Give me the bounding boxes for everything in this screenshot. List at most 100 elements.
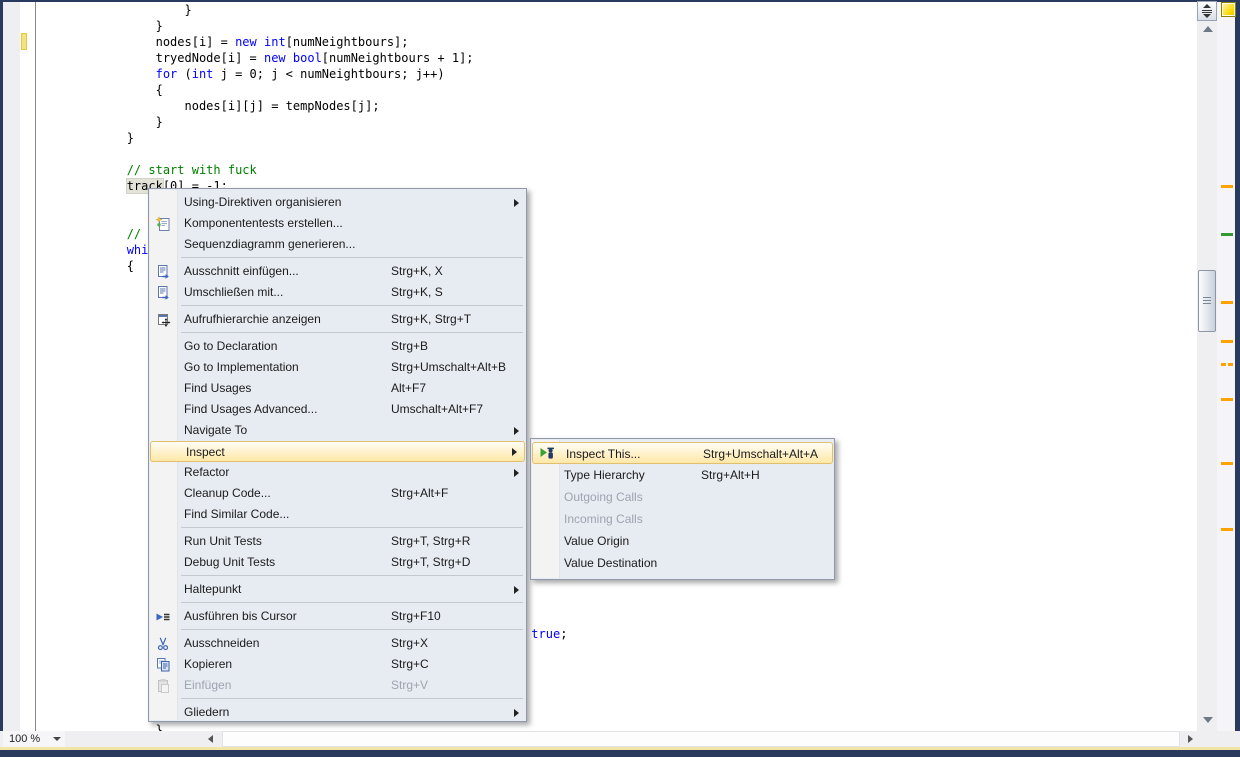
empty-icon-slot (537, 467, 553, 483)
submenu-item-value-origin[interactable]: Value Origin (531, 530, 834, 552)
analysis-mark[interactable] (1221, 462, 1233, 465)
menu-item-label: Haltepunkt (184, 579, 241, 600)
scrollbar-grip-icon (1203, 297, 1211, 298)
analysis-mark[interactable] (1221, 528, 1233, 531)
code-line: nodes[i] = new int[numNeightbours]; (40, 34, 567, 50)
menu-item-aufrufhierarchie-anzeigen[interactable]: Aufrufhierarchie anzeigenStrg+K, Strg+T (149, 309, 526, 330)
menu-item-find-usages-advanced[interactable]: Find Usages Advanced...Umschalt+Alt+F7 (149, 399, 526, 420)
scroll-right-button[interactable] (1188, 735, 1193, 743)
menu-item-label: Run Unit Tests (184, 531, 262, 552)
breakpoint-margin[interactable] (3, 2, 20, 731)
menu-item-label: Find Usages (184, 378, 251, 399)
menu-item-sequenzdiagramm-generieren[interactable]: Sequenzdiagramm generieren... (149, 234, 526, 255)
menu-item-komponententests-erstellen[interactable]: Komponententests erstellen... (149, 213, 526, 234)
vertical-scrollbar[interactable] (1197, 21, 1217, 731)
menu-item-label: Incoming Calls (564, 508, 643, 530)
menu-item-umschliessen-mit[interactable]: Umschließen mit... Strg+K, S (149, 282, 526, 303)
menu-item-label: Navigate To (184, 420, 247, 441)
menu-item-cleanup-code[interactable]: Cleanup Code...Strg+Alt+F (149, 483, 526, 504)
analysis-mark[interactable] (1228, 363, 1233, 366)
menu-item-navigate-to[interactable]: Navigate To (149, 420, 526, 441)
submenu-arrow-icon (512, 448, 517, 456)
surround-with-icon (155, 285, 171, 301)
inspect-this-icon (539, 445, 555, 461)
analysis-mark[interactable] (1221, 340, 1233, 343)
menu-item-label: Go to Implementation (184, 357, 299, 378)
scroll-up-button[interactable] (1203, 26, 1213, 32)
menu-item-label: Refactor (184, 462, 229, 483)
splitter-icon (1198, 2, 1216, 20)
menu-item-run-unit-tests[interactable]: Run Unit TestsStrg+T, Strg+R (149, 531, 526, 552)
menu-item-find-usages[interactable]: Find UsagesAlt+F7 (149, 378, 526, 399)
menu-item-label: Gliedern (184, 702, 229, 722)
horizontal-scrollbar-thumb[interactable] (222, 731, 1180, 747)
menu-item-ausschneiden[interactable]: AusschneidenStrg+X (149, 633, 526, 654)
menu-item-debug-unit-tests[interactable]: Debug Unit TestsStrg+T, Strg+D (149, 552, 526, 573)
menu-item-shortcut: Strg+T, Strg+D (391, 552, 470, 573)
menu-item-find-similar-code[interactable]: Find Similar Code... (149, 504, 526, 525)
empty-icon-slot (155, 402, 171, 418)
code-line: nodes[i][j] = tempNodes[j]; (40, 98, 567, 114)
analysis-mark[interactable] (1221, 185, 1233, 188)
submenu-arrow-icon (514, 199, 519, 207)
scrollbar-splitter-button[interactable] (1197, 1, 1217, 21)
code-line: } (40, 2, 567, 18)
menu-item-kopieren[interactable]: KopierenStrg+C (149, 654, 526, 675)
analysis-mark[interactable] (1221, 233, 1233, 236)
cut-icon (155, 636, 171, 652)
scroll-down-button[interactable] (1203, 717, 1213, 723)
menu-item-label: Ausschnitt einfügen... (184, 261, 299, 282)
menu-item-shortcut: Strg+F10 (391, 606, 441, 627)
analysis-mark[interactable] (1221, 301, 1233, 304)
submenu-item-value-destination[interactable]: Value Destination (531, 552, 834, 574)
scroll-left-button[interactable] (208, 735, 213, 743)
menu-item-shortcut: Strg+K, S (391, 282, 443, 303)
menu-item-label: Find Usages Advanced... (184, 399, 317, 420)
menu-item-label: Ausführen bis Cursor (184, 606, 297, 627)
submenu-item-incoming-calls: Incoming Calls (531, 508, 834, 530)
menu-item-label: Value Destination (564, 552, 657, 574)
menu-item-gliedern[interactable]: Gliedern (149, 702, 526, 722)
menu-item-label: Kopieren (184, 654, 232, 675)
submenu-item-type-hierarchy[interactable]: Type Hierarchy Strg+Alt+H (531, 464, 834, 486)
menu-item-go-to-implementation[interactable]: Go to Implementation Strg+Umschalt+Alt+B (149, 357, 526, 378)
code-line: tryedNode[i] = new bool[numNeightbours +… (40, 50, 567, 66)
code-line: } (40, 130, 567, 146)
submenu-item-outgoing-calls: Outgoing Calls (531, 486, 834, 508)
empty-icon-slot (155, 507, 171, 523)
inspect-submenu: Inspect This...Strg+Umschalt+Alt+AType H… (530, 438, 835, 580)
menu-item-shortcut: Strg+Umschalt+Alt+B (391, 357, 506, 378)
horizontal-scrollbar[interactable]: 100 % (0, 731, 1240, 747)
menu-item-ausschnitt-einfuegen[interactable]: Ausschnitt einfügen...Strg+K, X (149, 261, 526, 282)
menu-item-label: Find Similar Code... (184, 504, 289, 525)
file-status-indicator[interactable] (1221, 2, 1236, 17)
empty-icon-slot (155, 360, 171, 376)
menu-item-label: Type Hierarchy (564, 464, 645, 486)
menu-item-ausfuehren-bis-cursor[interactable]: Ausführen bis Cursor Strg+F10 (149, 606, 526, 627)
paste-icon (155, 678, 171, 694)
analysis-mark[interactable] (1221, 398, 1233, 401)
analysis-mark[interactable] (1221, 363, 1226, 366)
menu-item-label: Go to Declaration (184, 336, 277, 357)
submenu-arrow-icon (514, 709, 519, 717)
empty-icon-slot (155, 705, 171, 721)
menu-item-inspect[interactable]: Inspect (150, 441, 525, 462)
empty-icon-slot (155, 195, 171, 211)
vertical-scrollbar-thumb[interactable] (1198, 270, 1216, 332)
code-line: } (40, 114, 567, 130)
menu-item-label: Sequenzdiagramm generieren... (184, 234, 355, 255)
selection-margin[interactable] (20, 2, 35, 731)
submenu-item-inspect-this[interactable]: Inspect This...Strg+Umschalt+Alt+A (532, 442, 833, 464)
menu-item-refactor[interactable]: Refactor (149, 462, 526, 483)
menu-item-shortcut: Strg+Alt+H (701, 464, 760, 486)
menu-item-label: Using-Direktiven organisieren (184, 192, 341, 213)
changed-lines-indicator (21, 33, 27, 50)
menu-item-go-to-declaration[interactable]: Go to DeclarationStrg+B (149, 336, 526, 357)
menu-item-using-direktiven-organisieren[interactable]: Using-Direktiven organisieren (149, 192, 526, 213)
zoom-level-select[interactable]: 100 % (3, 731, 65, 747)
empty-icon-slot (155, 339, 171, 355)
menu-item-label: Umschließen mit... (184, 282, 283, 303)
empty-icon-slot (155, 534, 171, 550)
menu-item-haltepunkt[interactable]: Haltepunkt (149, 579, 526, 600)
vs-editor-window: { "editor": { "zoom_level": "100 %", "co… (0, 0, 1240, 757)
